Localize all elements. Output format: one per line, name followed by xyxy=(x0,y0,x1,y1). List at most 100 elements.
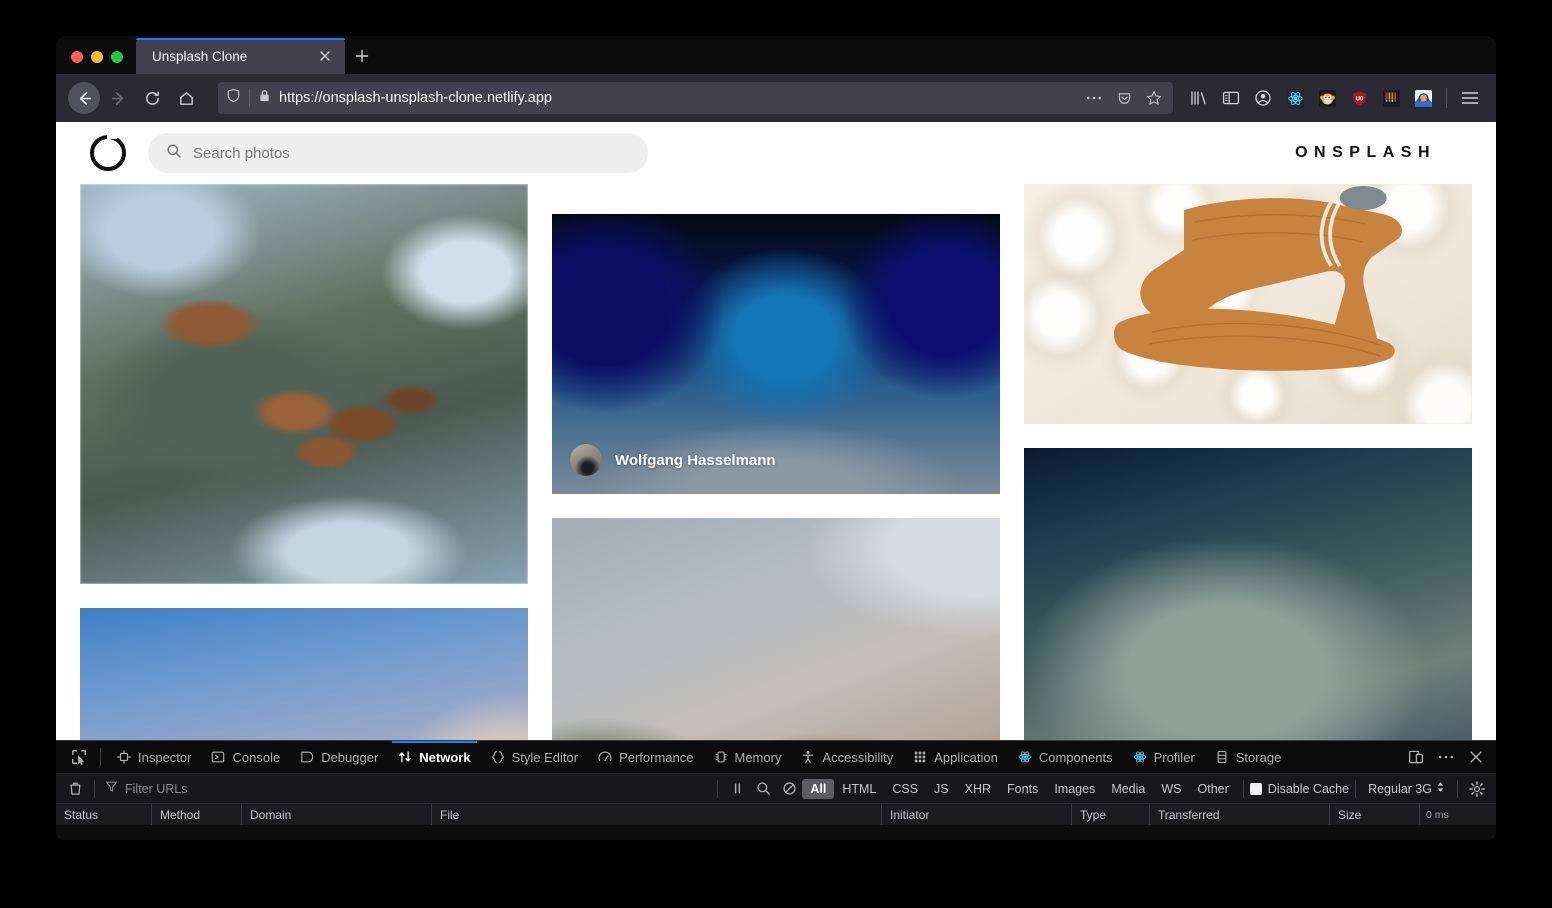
tab-components[interactable]: Components xyxy=(1008,741,1123,773)
photo-credit[interactable]: Wolfgang Hasselmann xyxy=(570,444,776,476)
photo-card[interactable] xyxy=(80,184,528,584)
filter-urls-input[interactable]: Filter URLs xyxy=(101,780,711,798)
onsplash-logo-icon[interactable] xyxy=(90,133,126,171)
react-profiler-icon xyxy=(1133,751,1146,763)
type-filter-all[interactable]: All xyxy=(802,778,835,799)
tab-accessibility[interactable]: Accessibility xyxy=(791,741,903,773)
column-header-type[interactable]: Type xyxy=(1072,804,1150,825)
column-header-initiator[interactable]: Initiator xyxy=(882,804,1072,825)
pause-icon[interactable] xyxy=(724,778,750,800)
ellipsis-icon[interactable] xyxy=(1083,87,1105,109)
style-editor-icon xyxy=(491,751,504,763)
photo-column-1 xyxy=(80,184,528,778)
tab-label: Profiler xyxy=(1153,749,1195,765)
photo-card[interactable] xyxy=(1024,184,1472,424)
home-icon[interactable] xyxy=(170,82,202,114)
tab-performance[interactable]: Performance xyxy=(588,741,703,773)
column-header-domain[interactable]: Domain xyxy=(242,804,432,825)
type-filter-images[interactable]: Images xyxy=(1046,779,1103,799)
maximize-window-button[interactable] xyxy=(111,51,123,63)
ublock-origin-extension-icon[interactable]: U0 xyxy=(1343,82,1375,114)
tab-style-editor[interactable]: Style Editor xyxy=(481,741,588,773)
tab-memory[interactable]: Memory xyxy=(704,741,792,773)
reload-icon[interactable] xyxy=(136,82,168,114)
photo-card[interactable] xyxy=(552,518,1000,778)
column-header-size[interactable]: Size xyxy=(1330,804,1420,825)
toolbar-divider xyxy=(1355,779,1357,798)
audio-extension-icon[interactable] xyxy=(1407,82,1439,114)
pocket-icon[interactable] xyxy=(1113,87,1135,109)
column-header-status[interactable]: Status xyxy=(56,804,152,825)
responsive-design-mode-icon[interactable] xyxy=(1402,744,1430,770)
padlock-icon[interactable] xyxy=(258,89,271,108)
application-icon xyxy=(915,751,926,763)
block-requests-icon[interactable] xyxy=(776,778,802,800)
trash-icon[interactable] xyxy=(62,778,88,800)
minimize-window-button[interactable] xyxy=(91,51,103,63)
type-filter-media[interactable]: Media xyxy=(1103,779,1153,799)
tab-console[interactable]: Console xyxy=(201,741,290,773)
storage-icon xyxy=(1217,751,1227,763)
element-picker-icon[interactable] xyxy=(64,744,94,770)
url-text[interactable]: https://onsplash-unsplash-clone.netlify.… xyxy=(279,90,1075,106)
tab-label: Inspector xyxy=(138,749,192,765)
star-icon[interactable] xyxy=(1143,87,1165,109)
type-filter-js[interactable]: JS xyxy=(926,779,957,799)
type-filter-fonts[interactable]: Fonts xyxy=(999,779,1046,799)
library-icon[interactable] xyxy=(1183,82,1215,114)
tab-network[interactable]: Network xyxy=(388,741,480,773)
inspector-icon xyxy=(117,750,131,764)
monkey-extension-icon[interactable] xyxy=(1311,82,1343,114)
tab-label: Application xyxy=(934,749,998,765)
checkbox-box[interactable] xyxy=(1249,782,1262,795)
disable-cache-checkbox[interactable]: Disable Cache xyxy=(1249,781,1350,796)
devtools-close-icon[interactable] xyxy=(1462,744,1490,770)
filter-urls-placeholder: Filter URLs xyxy=(125,781,188,796)
tab-label: Debugger xyxy=(321,749,379,765)
react-devtools-extension-icon[interactable] xyxy=(1279,82,1311,114)
column-header-method[interactable]: Method xyxy=(152,804,242,825)
console-icon xyxy=(212,751,225,763)
back-arrow-icon[interactable] xyxy=(68,82,100,114)
devtools-meatball-menu-icon[interactable] xyxy=(1432,744,1460,770)
account-icon[interactable] xyxy=(1247,82,1279,114)
photo-card[interactable]: Wolfgang Hasselmann xyxy=(552,214,1000,494)
photographer-name[interactable]: Wolfgang Hasselmann xyxy=(615,452,776,469)
close-window-button[interactable] xyxy=(71,51,83,63)
browser-tab[interactable]: Unsplash Clone xyxy=(136,38,345,74)
tab-inspector[interactable]: Inspector xyxy=(107,741,201,773)
type-filter-xhr[interactable]: XHR xyxy=(957,779,999,799)
disable-cache-label: Disable Cache xyxy=(1267,781,1350,796)
tab-debugger[interactable]: Debugger xyxy=(290,741,388,773)
colorzilla-extension-icon[interactable] xyxy=(1375,82,1407,114)
new-tab-button[interactable] xyxy=(345,38,379,74)
type-filter-other[interactable]: Other xyxy=(1190,779,1237,799)
search-icon xyxy=(166,143,182,164)
close-icon[interactable] xyxy=(315,46,335,66)
app-menu-icon[interactable] xyxy=(1454,82,1486,114)
photo-card[interactable] xyxy=(1024,448,1472,778)
column-header-file[interactable]: File xyxy=(432,804,882,825)
tab-label: Storage xyxy=(1235,749,1282,765)
tab-label: Accessibility xyxy=(822,749,894,765)
timeline-axis-label: 0 ms xyxy=(1426,808,1449,821)
type-filter-css[interactable]: CSS xyxy=(884,779,926,799)
column-header-transferred[interactable]: Transferred xyxy=(1150,804,1330,825)
type-filter-ws[interactable]: WS xyxy=(1153,779,1189,799)
tab-storage[interactable]: Storage xyxy=(1205,741,1292,773)
tab-application[interactable]: Application xyxy=(903,741,1008,773)
shield-icon[interactable] xyxy=(226,88,241,108)
tab-profiler[interactable]: Profiler xyxy=(1123,741,1205,773)
sidebar-icon[interactable] xyxy=(1215,82,1247,114)
search-input[interactable]: Search photos xyxy=(148,133,648,173)
page-viewport: Search photos ONSPLASH Wolfgang Hasselma… xyxy=(56,122,1496,778)
forward-arrow-icon[interactable] xyxy=(102,82,134,114)
search-icon[interactable] xyxy=(750,778,776,800)
gear-icon[interactable] xyxy=(1464,778,1490,800)
throttling-dropdown[interactable]: Regular 3G xyxy=(1362,781,1451,796)
avatar[interactable] xyxy=(570,444,602,476)
address-bar[interactable]: https://onsplash-unsplash-clone.netlify.… xyxy=(218,82,1173,114)
search-placeholder: Search photos xyxy=(193,144,290,162)
type-filter-group: All HTML CSS JS XHR Fonts Images Media W… xyxy=(802,778,1237,799)
type-filter-html[interactable]: HTML xyxy=(834,779,884,799)
